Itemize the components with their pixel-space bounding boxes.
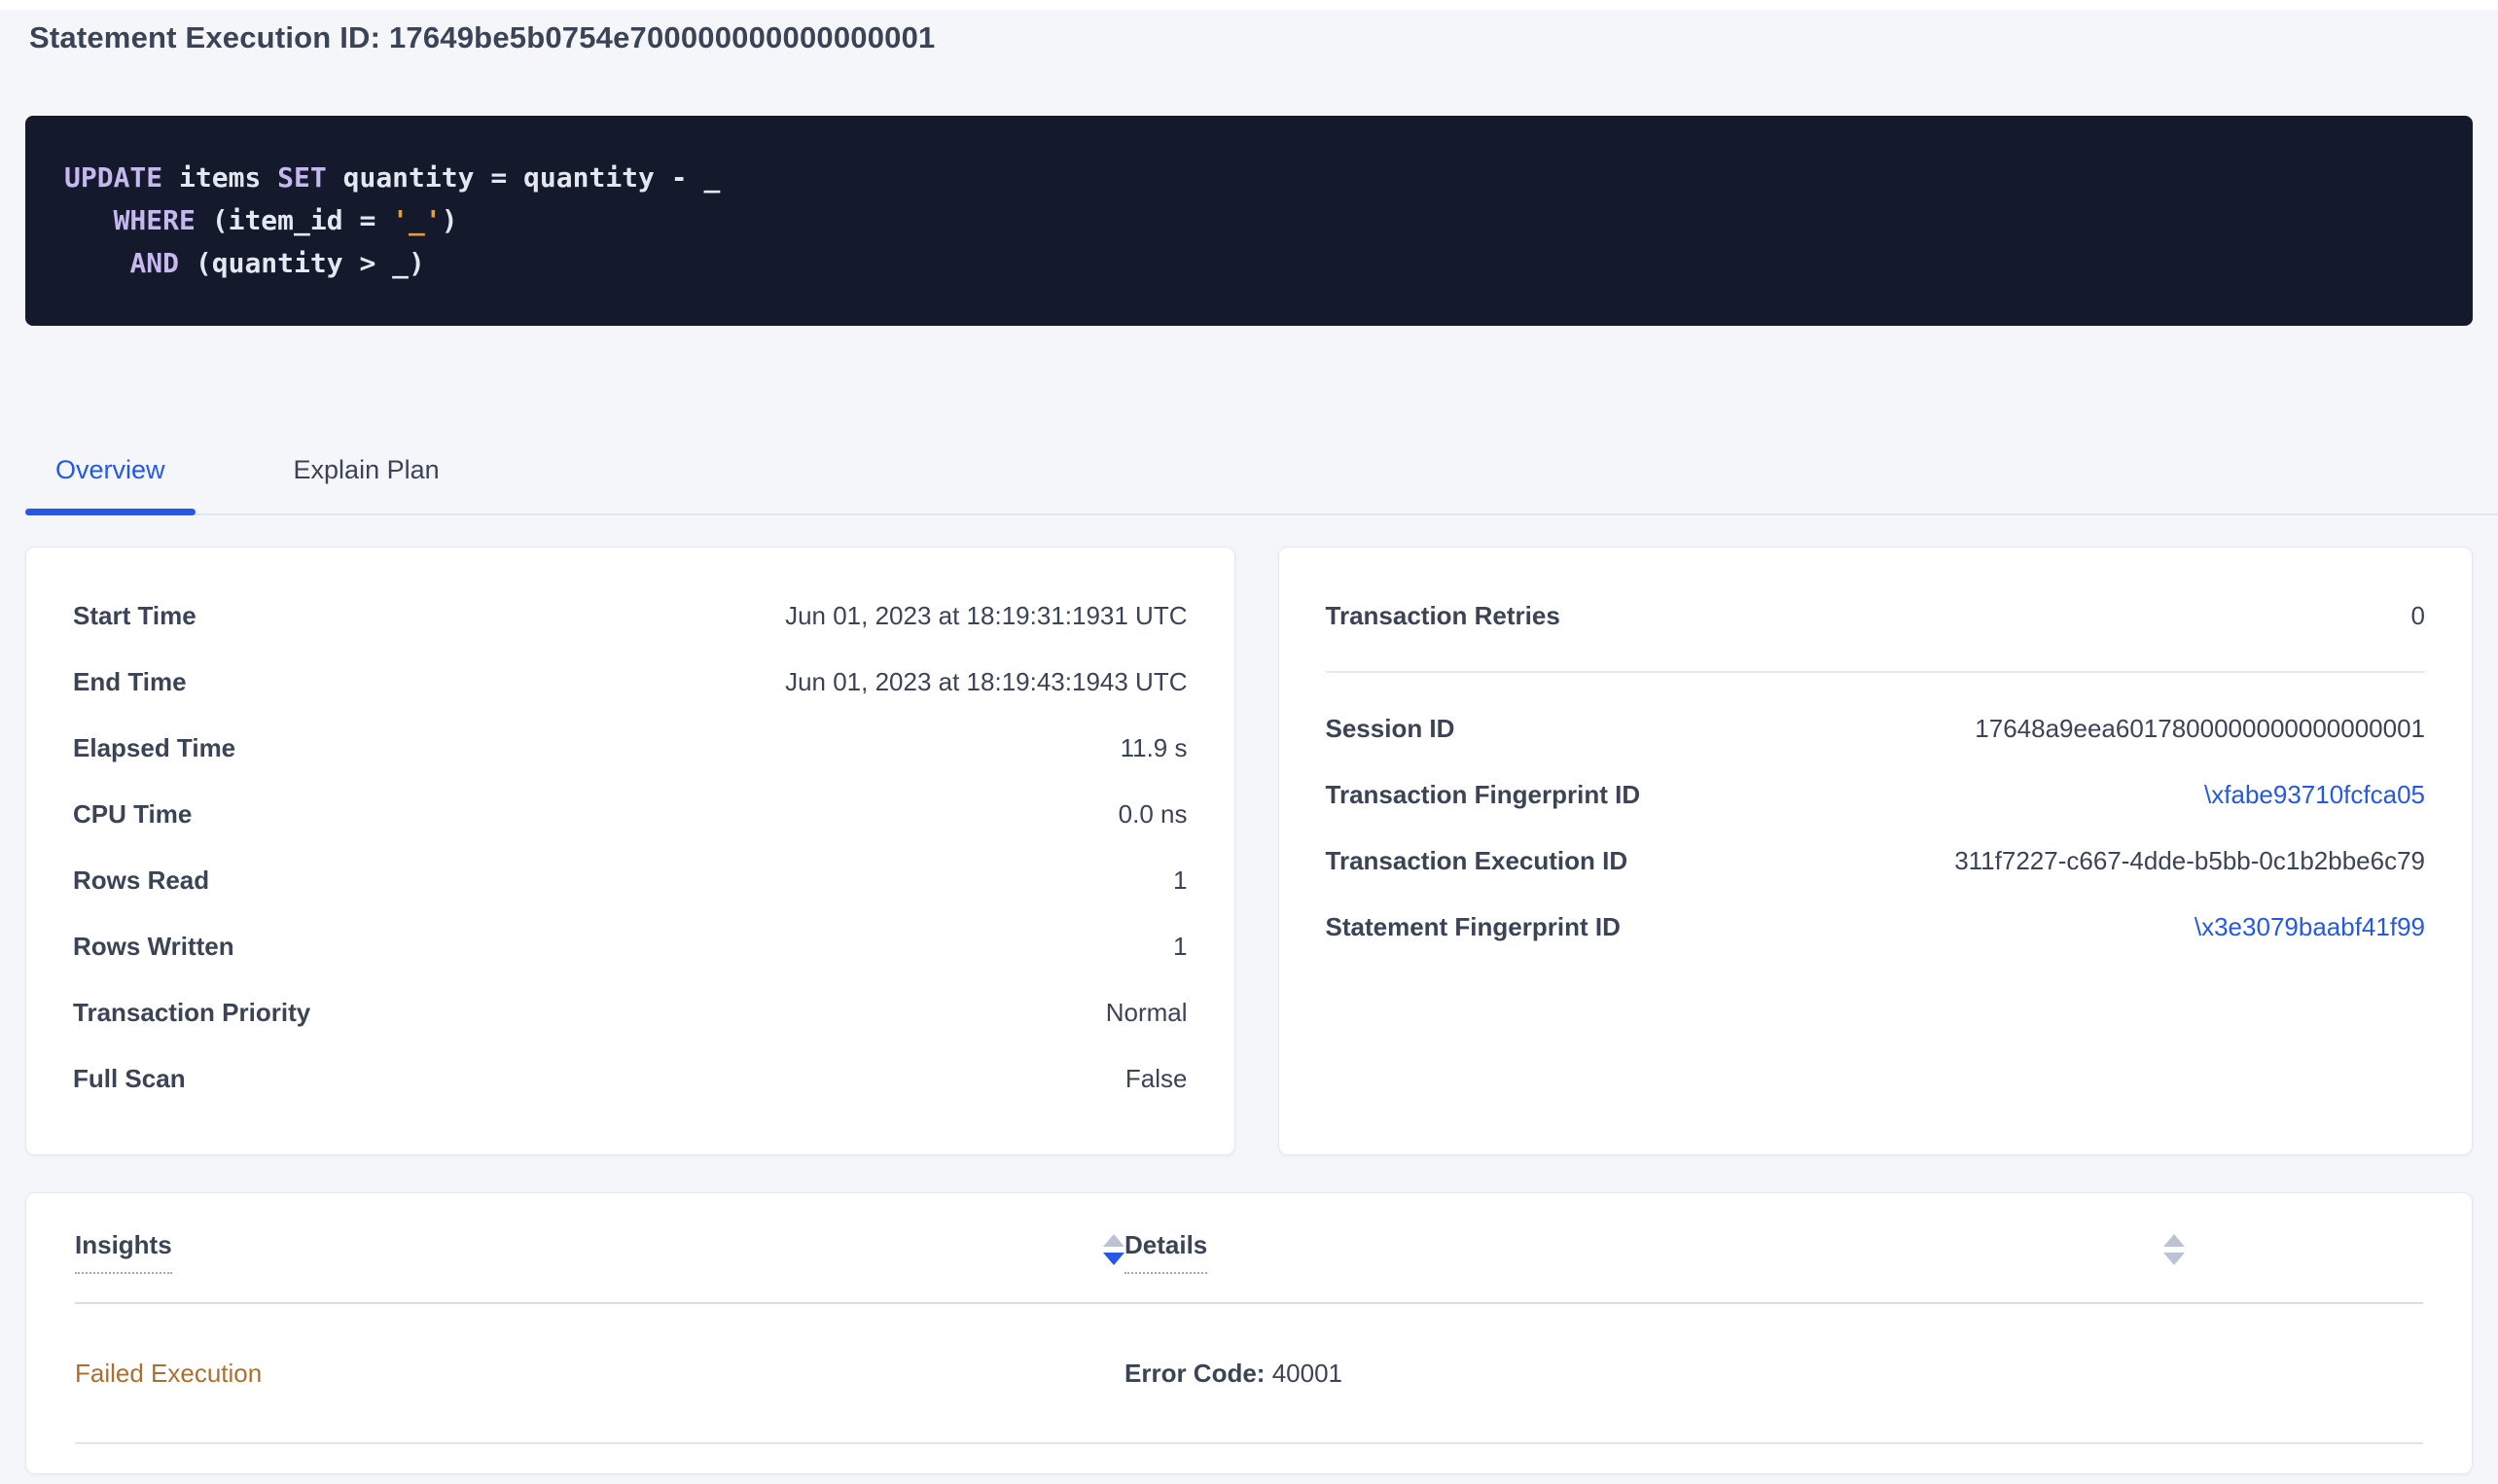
statement-stats-card: Start Time Jun 01, 2023 at 18:19:31:1931…: [25, 547, 1235, 1155]
stat-value: Jun 01, 2023 at 18:19:43:1943 UTC: [785, 667, 1187, 697]
tab-explain-plan[interactable]: Explain Plan: [264, 444, 470, 489]
statement-execution-page: Statement Execution ID: 17649be5b0754e70…: [0, 0, 2498, 1484]
error-code-label: Error Code:: [1124, 1359, 1265, 1388]
sql-indent: [64, 247, 129, 279]
stat-row-session-id: Session ID 17648a9eea6017800000000000000…: [1326, 695, 2426, 761]
stat-row-cpu-time: CPU Time 0.0 ns: [73, 781, 1188, 847]
sql-statement-code: UPDATE items SET quantity = quantity - _…: [64, 157, 2434, 285]
insights-table-header: Insights Details: [75, 1193, 2423, 1304]
sql-text: (item_id =: [196, 204, 392, 236]
stat-value: 1: [1173, 932, 1187, 962]
stat-row-transaction-execution-id: Transaction Execution ID 311f7227-c667-4…: [1326, 828, 2426, 894]
sql-indent: [64, 204, 114, 236]
stat-label: Statement Fingerprint ID: [1326, 912, 1621, 942]
stat-value: 17648a9eea6017800000000000000001: [1975, 714, 2425, 744]
sql-string-literal: '_': [392, 204, 442, 236]
stat-label: Rows Read: [73, 866, 209, 896]
top-strip: [0, 0, 2498, 10]
stat-row-rows-written: Rows Written 1: [73, 913, 1188, 979]
stat-value: 311f7227-c667-4dde-b5bb-0c1b2bbe6c79: [1954, 846, 2425, 876]
stat-label: Elapsed Time: [73, 733, 235, 763]
sql-keyword: UPDATE: [64, 161, 162, 194]
table-row: Failed Execution Error Code: 40001: [75, 1304, 2423, 1444]
transaction-fingerprint-link[interactable]: \xfabe93710fcfca05: [2204, 780, 2425, 810]
header-spacer: [2185, 1230, 2423, 1302]
sql-text: items: [162, 161, 277, 194]
stat-value: 0.0 ns: [1119, 799, 1188, 830]
sql-keyword: SET: [277, 161, 327, 194]
page-title: Statement Execution ID: 17649be5b0754e70…: [29, 16, 2469, 60]
stat-row-start-time: Start Time Jun 01, 2023 at 18:19:31:1931…: [73, 583, 1188, 649]
stat-value: 0: [2411, 601, 2425, 631]
insight-details-cell: Error Code: 40001: [1124, 1359, 2185, 1389]
stat-label: CPU Time: [73, 799, 192, 830]
stat-row-rows-read: Rows Read 1: [73, 847, 1188, 913]
stat-row-full-scan: Full Scan False: [73, 1045, 1188, 1112]
tab-bar: Overview Explain Plan: [25, 444, 2498, 515]
sort-icon[interactable]: [1103, 1234, 1124, 1265]
sort-desc-icon: [2163, 1253, 2185, 1265]
stat-label: Start Time: [73, 601, 196, 631]
stat-row-transaction-priority: Transaction Priority Normal: [73, 979, 1188, 1045]
insights-column-label[interactable]: Insights: [75, 1230, 172, 1274]
sql-text: (quantity > _): [179, 247, 425, 279]
details-column-label[interactable]: Details: [1124, 1230, 1207, 1274]
sort-asc-icon: [2163, 1234, 2185, 1247]
stat-value: 1: [1173, 866, 1187, 896]
column-header-details: Details: [1124, 1230, 2185, 1302]
error-code-value: 40001: [1265, 1359, 1342, 1388]
transaction-info-card: Transaction Retries 0 Session ID 17648a9…: [1278, 547, 2474, 1155]
sql-keyword: WHERE: [114, 204, 196, 236]
stat-value: Normal: [1106, 998, 1188, 1028]
stat-row-elapsed-time: Elapsed Time 11.9 s: [73, 715, 1188, 781]
stat-label: Transaction Priority: [73, 998, 310, 1028]
sql-text: ): [442, 204, 458, 236]
tab-overview[interactable]: Overview: [25, 444, 196, 489]
stat-row-transaction-fingerprint-id: Transaction Fingerprint ID \xfabe93710fc…: [1326, 761, 2426, 828]
stat-value: Jun 01, 2023 at 18:19:31:1931 UTC: [785, 601, 1187, 631]
stat-row-statement-fingerprint-id: Statement Fingerprint ID \x3e3079baabf41…: [1326, 894, 2426, 960]
stat-label: End Time: [73, 667, 187, 697]
sort-icon[interactable]: [2163, 1234, 2185, 1265]
sql-text: quantity = quantity - _: [327, 161, 721, 194]
stat-row-end-time: End Time Jun 01, 2023 at 18:19:43:1943 U…: [73, 649, 1188, 715]
stat-label: Rows Written: [73, 932, 234, 962]
sort-desc-icon: [1103, 1253, 1124, 1265]
card-divider: [1326, 671, 2426, 673]
sort-asc-icon: [1103, 1234, 1124, 1247]
overview-cards-row: Start Time Jun 01, 2023 at 18:19:31:1931…: [25, 547, 2473, 1155]
stat-label: Transaction Execution ID: [1326, 846, 1628, 876]
stat-label: Transaction Retries: [1326, 601, 1560, 631]
statement-fingerprint-link[interactable]: \x3e3079baabf41f99: [2195, 912, 2425, 942]
stat-label: Transaction Fingerprint ID: [1326, 780, 1641, 810]
stat-value: False: [1125, 1064, 1188, 1094]
stat-value: 11.9 s: [1121, 733, 1188, 763]
stat-label: Full Scan: [73, 1064, 186, 1094]
sql-statement-box: UPDATE items SET quantity = quantity - _…: [25, 116, 2473, 326]
insight-type-cell: Failed Execution: [75, 1359, 1124, 1389]
stat-row-transaction-retries: Transaction Retries 0: [1326, 583, 2426, 649]
stat-label: Session ID: [1326, 714, 1455, 744]
insights-table-card: Insights Details Failed Execution Error …: [25, 1192, 2473, 1474]
column-header-insights: Insights: [75, 1230, 1124, 1302]
sql-keyword: AND: [129, 247, 179, 279]
